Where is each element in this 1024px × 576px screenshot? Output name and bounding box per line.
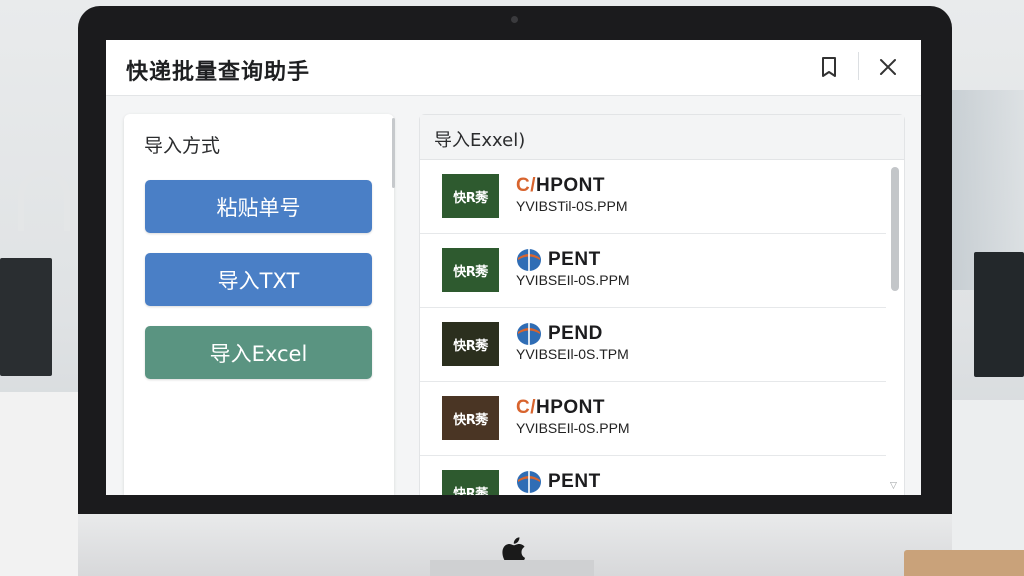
- scrollbar-thumb[interactable]: [891, 167, 899, 291]
- background-desk: [0, 392, 80, 576]
- tracking-number: YVIBSTil-0S.PPM: [516, 198, 628, 214]
- list-item[interactable]: 快R莠 C/HPONT YVIBSTil-0S.PPM: [420, 160, 886, 234]
- list-item[interactable]: 快R莠 PENT YVIBSEIl-0S.PPM: [420, 234, 886, 308]
- splitter-handle[interactable]: [392, 118, 395, 188]
- courier-logo: 快R莠: [442, 322, 499, 366]
- cardboard-box: [904, 550, 1024, 576]
- brand-name: PENT: [548, 249, 601, 270]
- bookmark-icon: [822, 57, 836, 77]
- tracking-number: YVIBSEIl-0S.TPM: [516, 346, 629, 362]
- tracking-number: YVIBSEIl-0S.PPM: [516, 420, 630, 436]
- results-list: 快R莠 C/HPONT YVIBSTil-0S.PPM 快R莠 PENT YVI…: [420, 160, 886, 495]
- panel-title: 导入方式: [144, 135, 221, 157]
- brand-label: C/HPONT: [516, 174, 605, 198]
- brand-prefix: C/: [516, 175, 536, 196]
- courier-logo: 快R莠: [442, 470, 499, 495]
- import-txt-button[interactable]: 导入TXT: [145, 253, 372, 306]
- import-excel-button[interactable]: 导入Excel: [145, 326, 372, 379]
- scroll-down-arrow-icon[interactable]: ▽: [890, 481, 897, 491]
- globe-icon: [517, 471, 541, 493]
- brand-label: PENT: [516, 470, 601, 494]
- title-bar-divider: [858, 52, 859, 80]
- brand-label: PEND: [516, 322, 603, 346]
- background-monitor: [0, 258, 52, 376]
- title-bar: 快递批量查询助手: [106, 40, 921, 96]
- brand-label: PENT: [516, 248, 601, 272]
- close-icon: [880, 59, 896, 75]
- import-method-panel: 导入方式 粘贴单号 导入TXT 导入Excel: [124, 114, 394, 495]
- camera-icon: [511, 16, 518, 23]
- tracking-number: YVIBSEIl-0S.PPM: [516, 272, 630, 288]
- brand-label: C/HPONT: [516, 396, 605, 420]
- list-item[interactable]: 快R莠 C/HPONT YVIBSEIl-0S.PPM: [420, 382, 886, 456]
- results-scrollbar[interactable]: ▽: [889, 163, 901, 491]
- globe-icon: [517, 249, 541, 271]
- courier-logo: 快R莠: [442, 396, 499, 440]
- close-button[interactable]: [875, 54, 901, 80]
- brand-name: PEND: [548, 323, 603, 344]
- brand-name: HPONT: [536, 175, 605, 196]
- app-title: 快递批量查询助手: [126, 60, 311, 85]
- brand-prefix: C/: [516, 397, 536, 418]
- results-panel: 导入Exxel) 快R莠 C/HPONT YVIBSTil-0S.PPM 快R莠: [419, 114, 905, 495]
- background-monitor: [974, 252, 1024, 377]
- brand-name: PENT: [548, 471, 601, 492]
- list-item[interactable]: 快R莠 PEND YVIBSEIl-0S.TPM: [420, 308, 886, 382]
- monitor-stand: [430, 560, 594, 576]
- courier-logo: 快R莠: [442, 248, 499, 292]
- courier-logo: 快R莠: [442, 174, 499, 218]
- results-header: 导入Exxel): [420, 115, 904, 160]
- bookmark-button[interactable]: [816, 54, 842, 80]
- globe-icon: [517, 323, 541, 345]
- paste-numbers-button[interactable]: 粘贴单号: [145, 180, 372, 233]
- list-item[interactable]: 快R莠 PENT: [420, 456, 886, 495]
- background-lamp: [18, 170, 70, 231]
- app-window: 快递批量查询助手 导入方式 粘贴单号 导入TXT 导入Excel 导入Exxel…: [106, 40, 921, 495]
- results-title: 导入Exxel): [434, 130, 526, 151]
- brand-name: HPONT: [536, 397, 605, 418]
